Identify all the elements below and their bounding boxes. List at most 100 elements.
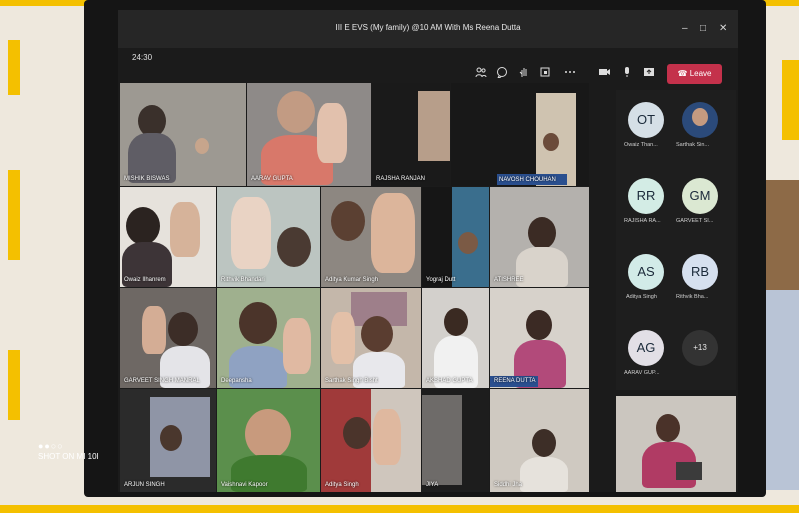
camera-dots: ●●○○ <box>38 441 64 451</box>
person-head <box>543 133 559 151</box>
video-tile: Aditya Kumar Singh <box>321 187 421 287</box>
person-head <box>239 302 277 344</box>
video-tile: RAJSHA RANJAN <box>372 83 450 186</box>
room-wall <box>422 395 462 485</box>
person-head <box>458 232 478 254</box>
person-head <box>277 227 311 267</box>
video-tile: ARJUN SINGH <box>120 389 216 492</box>
participant-name: Owaiz Ilhanrem <box>124 277 166 283</box>
person-head <box>692 108 708 126</box>
avatar[interactable]: AS <box>628 254 664 290</box>
avatar[interactable]: RB <box>682 254 718 290</box>
share-icon[interactable] <box>643 66 655 82</box>
maximize-button[interactable]: □ <box>700 24 706 34</box>
participant-name: Yograj Dutt <box>426 277 456 283</box>
cloth <box>762 290 799 490</box>
video-tile: Deepansha <box>217 288 320 388</box>
participant-name: Vaishnavi Kapoor <box>221 482 268 488</box>
participant-name: AKSHAD GUPTA <box>426 378 473 384</box>
avatar-label: Rithvik Bha... <box>676 294 709 300</box>
person-head <box>245 409 291 459</box>
more-icon[interactable] <box>564 66 576 82</box>
avatar[interactable]: OT <box>628 102 664 138</box>
person-head <box>361 316 393 352</box>
rooms-icon[interactable] <box>539 66 551 82</box>
raised-hand <box>231 197 271 269</box>
video-tile: AKSHAD GUPTA <box>422 288 489 388</box>
overflow-count[interactable]: +13 <box>682 330 718 366</box>
frame-right-1 <box>782 60 799 140</box>
video-tile: AARAV GUPTA <box>247 83 371 186</box>
chat-icon[interactable] <box>496 66 508 82</box>
video-tile: Yograj Dutt <box>422 187 489 287</box>
participant-name: NAVOSH CHOUHAN <box>499 177 556 183</box>
window-title: III E EVS (My family) @10 AM With Ms Ree… <box>335 23 521 32</box>
video-tile: Siddhi Jha <box>490 389 589 492</box>
frame-left-1 <box>8 40 20 95</box>
avatar-label: AARAV GUP... <box>624 370 660 376</box>
person-head <box>656 414 680 442</box>
video-tile: MISHIK BISWAS <box>120 83 246 186</box>
camera-icon[interactable] <box>598 66 611 82</box>
photo-scene: III E EVS (My family) @10 AM With Ms Ree… <box>0 0 799 513</box>
raised-hand <box>331 312 355 364</box>
room-wall <box>418 91 450 161</box>
avatar-label: Aditya Singh <box>626 294 657 300</box>
avatar-label: Owaiz Than... <box>624 142 658 148</box>
participant-name: MISHIK BISWAS <box>124 176 170 182</box>
avatar[interactable]: GM <box>682 178 718 214</box>
raised-hand <box>142 306 166 354</box>
call-timer: 24:30 <box>132 53 153 62</box>
close-button[interactable]: ✕ <box>719 24 727 34</box>
video-tile: JIYA <box>422 389 489 492</box>
raised-hand <box>317 103 347 163</box>
minimize-button[interactable]: – <box>682 24 688 34</box>
participant-name: REENA DUTTA <box>494 378 536 384</box>
raised-hand <box>371 193 415 273</box>
leave-button[interactable]: ☎ Leave <box>667 64 722 84</box>
person-head <box>343 417 371 449</box>
video-tile: REENA DUTTA <box>490 288 589 388</box>
person-head <box>277 91 315 133</box>
raised-hand <box>170 202 200 257</box>
video-tile: Aditya Singh <box>321 389 421 492</box>
person-head <box>526 310 552 340</box>
person-head <box>195 138 209 154</box>
video-tile: NAVOSH CHOUHAN <box>451 83 589 186</box>
participant-name: JIYA <box>426 482 439 488</box>
raise-hand-icon[interactable] <box>518 66 530 82</box>
avatar-label: RAJISHA RA... <box>624 218 661 224</box>
participant-name: RAJSHA RANJAN <box>376 176 426 182</box>
participant-name: Aditya Kumar Singh <box>325 277 379 283</box>
participant-name: Aditya Singh <box>325 482 359 488</box>
avatar-label: GARVEET SI... <box>676 218 714 224</box>
person-head <box>168 312 198 346</box>
avatar-label: Sarthak Sin... <box>676 142 710 148</box>
raised-hand <box>283 318 311 374</box>
mic-icon[interactable] <box>621 66 633 82</box>
avatar[interactable]: AG <box>628 330 664 366</box>
camera-watermark: SHOT ON MI 10I <box>38 452 99 461</box>
participant-name: Sarthak Singh Bisht <box>325 378 378 384</box>
frame-bottom <box>0 505 799 513</box>
avatar[interactable]: RR <box>628 178 664 214</box>
laptop <box>676 462 702 480</box>
people-icon[interactable] <box>475 66 487 82</box>
presenter-tile <box>616 396 736 492</box>
avatar[interactable] <box>682 102 718 138</box>
person-head <box>532 429 556 457</box>
raised-hand <box>373 409 401 465</box>
person-head <box>528 217 556 249</box>
person-head <box>331 201 365 241</box>
video-tile: GARVEET SINGH MANRAL <box>120 288 216 388</box>
frame-left-2 <box>8 170 20 260</box>
teams-window: III E EVS (My family) @10 AM With Ms Ree… <box>118 10 738 492</box>
person-head <box>444 308 468 336</box>
participant-name: GARVEET SINGH MANRAL <box>124 378 200 384</box>
video-tile: Owaiz Ilhanrem <box>120 187 216 287</box>
leave-label: Leave <box>689 69 712 78</box>
video-tile: Sarthak Singh Bisht <box>321 288 421 388</box>
person-head <box>126 207 160 245</box>
participant-name: Deepansha <box>221 378 252 384</box>
participant-name: ARJUN SINGH <box>124 482 165 488</box>
